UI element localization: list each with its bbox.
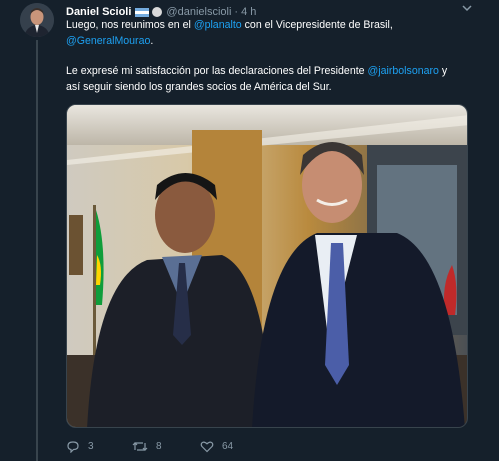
tweet-line-4: así seguir siendo los grandes socios de … [66,80,332,93]
mention-generalmourao[interactable]: @GeneralMourao [66,35,150,47]
mention-planalto[interactable]: @planalto [194,19,242,31]
tweet-line-1: Luego, nos reunimos en el @planalto con … [66,18,476,34]
photo-two-men [67,105,467,427]
chevron-down-icon[interactable] [461,2,473,14]
tweet-text: Luego, nos reunimos en el @planalto con … [66,18,476,95]
retweet-button[interactable]: 8 [132,440,200,453]
avatar-photo [20,3,54,37]
avatar[interactable] [20,3,54,37]
like-count: 64 [222,440,234,452]
tweet-line-3: Le expresé mi satisfacción por las decla… [66,64,476,80]
author-name[interactable]: Daniel Scioli [66,6,131,18]
reply-count: 3 [88,440,94,452]
action-bar: 3 8 64 [66,436,270,456]
like-button[interactable]: 64 [200,440,270,453]
tweet-time[interactable]: 4 h [241,6,256,18]
thread-line [36,40,38,461]
argentina-flag-icon [135,7,150,17]
mention-jairbolsonaro[interactable]: @jairbolsonaro [368,65,439,77]
text-segment: . [150,34,154,47]
separator: · [234,6,239,18]
reply-button[interactable]: 3 [66,440,132,453]
retweet-icon [132,441,148,451]
tweet-line-2: @GeneralMourao. [66,34,476,50]
tweet-photo[interactable] [66,104,468,428]
heart-icon [200,440,214,452]
text-segment: y [438,65,448,77]
reply-icon [67,440,79,453]
author-handle[interactable]: @danielscioli [166,6,231,18]
retweet-count: 8 [156,440,162,452]
text-segment: Luego, nos reunimos en el [66,19,194,31]
verified-badge-icon [152,7,163,17]
text-segment: Le expresé mi satisfacción por las decla… [66,65,368,77]
text-segment: con el Vicepresidente de Brasil, [241,19,393,31]
